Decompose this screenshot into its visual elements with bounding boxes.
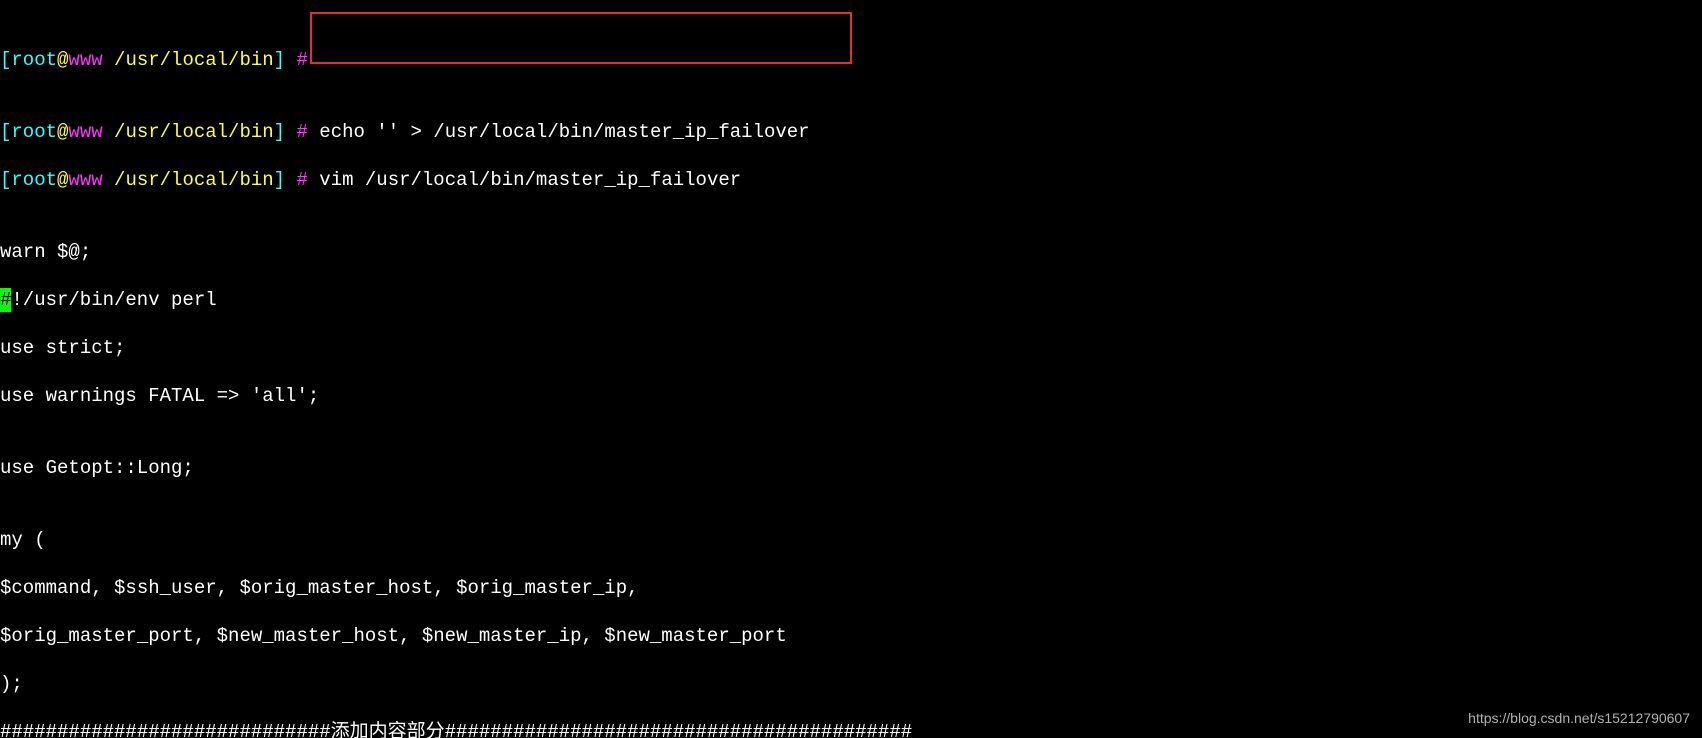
file-line: warn $@;	[0, 240, 1702, 264]
file-line: use warnings FATAL => 'all';	[0, 384, 1702, 408]
bracket-open: [	[0, 49, 11, 71]
prompt-line-2: [root@www /usr/local/bin] # vim /usr/loc…	[0, 168, 1702, 192]
bracket-open: [	[0, 169, 11, 191]
file-line: my (	[0, 528, 1702, 552]
command-text: echo '' > /usr/local/bin/master_ip_failo…	[308, 121, 810, 143]
bracket-close: ]	[274, 49, 285, 71]
file-line: #!/usr/bin/env perl	[0, 288, 1702, 312]
terminal-screen[interactable]: [root@www /usr/local/bin] # [root@www /u…	[0, 0, 1702, 738]
file-line: $orig_master_port, $new_master_host, $ne…	[0, 624, 1702, 648]
file-line: $command, $ssh_user, $orig_master_host, …	[0, 576, 1702, 600]
file-line: #############################添加内容部分#####…	[0, 720, 1702, 738]
prompt-host: www	[68, 169, 102, 191]
cursor-icon: #	[0, 288, 11, 312]
at-icon: @	[57, 169, 68, 191]
prompt-path: /usr/local/bin	[103, 169, 274, 191]
file-text: !/usr/bin/env perl	[11, 289, 216, 311]
prompt-host: www	[68, 121, 102, 143]
prompt-path: /usr/local/bin	[103, 49, 274, 71]
prompt-user: root	[11, 169, 57, 191]
hash-icon: #	[285, 49, 308, 71]
command-text: vim /usr/local/bin/master_ip_failover	[308, 169, 741, 191]
watermark-text: https://blog.csdn.net/s15212790607	[1468, 706, 1690, 730]
prompt-user: root	[11, 49, 57, 71]
hash-icon: #	[285, 169, 308, 191]
prompt-path: /usr/local/bin	[103, 121, 274, 143]
prompt-line-1: [root@www /usr/local/bin] # echo '' > /u…	[0, 120, 1702, 144]
prompt-line-0: [root@www /usr/local/bin] #	[0, 48, 1702, 72]
file-line: use strict;	[0, 336, 1702, 360]
file-line: );	[0, 672, 1702, 696]
bracket-close: ]	[274, 169, 285, 191]
prompt-user: root	[11, 121, 57, 143]
at-icon: @	[57, 121, 68, 143]
hash-icon: #	[285, 121, 308, 143]
bracket-close: ]	[274, 121, 285, 143]
bracket-open: [	[0, 121, 11, 143]
at-icon: @	[57, 49, 68, 71]
file-line: use Getopt::Long;	[0, 456, 1702, 480]
prompt-host: www	[68, 49, 102, 71]
